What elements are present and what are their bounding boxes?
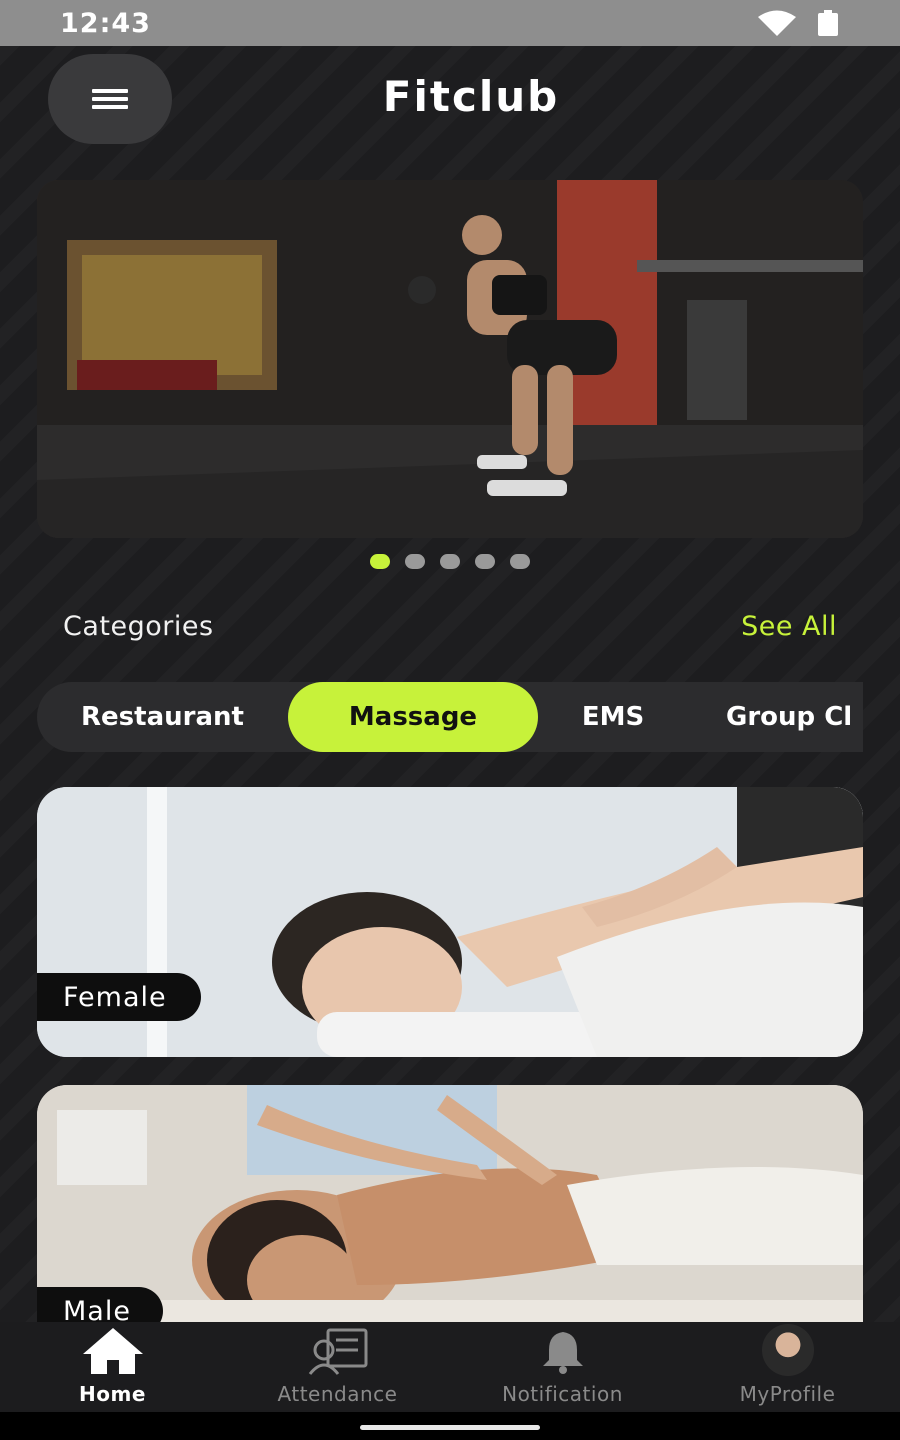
bell-icon — [542, 1332, 583, 1374]
bottom-navigation: Home Attendance Notification MyProfile — [0, 1322, 900, 1412]
nav-notification-label: Notification — [502, 1382, 623, 1406]
tab-group-classes[interactable]: Group Cl — [688, 682, 852, 752]
female-label: Female — [37, 973, 201, 1021]
nav-home[interactable]: Home — [0, 1322, 225, 1412]
app-screen: Fitclub Categories See All Restaurant Ma… — [0, 46, 900, 1412]
tab-restaurant[interactable]: Restaurant — [37, 682, 288, 752]
avatar — [761, 1324, 814, 1376]
app-title: Fitclub — [382, 72, 560, 121]
carousel-dot[interactable] — [440, 554, 460, 569]
banner-image — [37, 180, 863, 538]
carousel-dot-active[interactable] — [370, 554, 390, 569]
tab-ems[interactable]: EMS — [538, 682, 688, 752]
banner-carousel[interactable] — [37, 180, 863, 538]
male-massage-image — [37, 1085, 863, 1335]
nav-notification[interactable]: Notification — [450, 1322, 675, 1412]
nav-home-label: Home — [79, 1382, 146, 1406]
male-massage-card[interactable]: Male — [37, 1085, 863, 1335]
carousel-dot[interactable] — [475, 554, 495, 569]
categories-header: Categories See All — [63, 611, 837, 642]
carousel-dot[interactable] — [510, 554, 530, 569]
category-tabs: Restaurant Massage EMS Group Cl — [37, 682, 863, 752]
attendance-icon — [308, 1328, 367, 1375]
carousel-dot[interactable] — [405, 554, 425, 569]
battery-icon — [818, 10, 838, 36]
see-all-link[interactable]: See All — [741, 611, 837, 642]
nav-attendance[interactable]: Attendance — [225, 1322, 450, 1412]
tab-massage[interactable]: Massage — [288, 682, 538, 752]
female-massage-card[interactable]: Female — [37, 787, 863, 1057]
nav-myprofile[interactable]: MyProfile — [675, 1322, 900, 1412]
home-icon — [82, 1328, 143, 1374]
status-bar: 12:43 — [0, 0, 900, 46]
categories-title: Categories — [63, 611, 214, 642]
nav-attendance-label: Attendance — [277, 1382, 398, 1406]
wifi-icon — [758, 10, 796, 36]
home-indicator[interactable] — [360, 1425, 540, 1430]
carousel-indicator — [0, 554, 900, 569]
status-icons — [758, 10, 838, 36]
nav-myprofile-label: MyProfile — [739, 1382, 836, 1406]
status-time: 12:43 — [60, 7, 151, 39]
